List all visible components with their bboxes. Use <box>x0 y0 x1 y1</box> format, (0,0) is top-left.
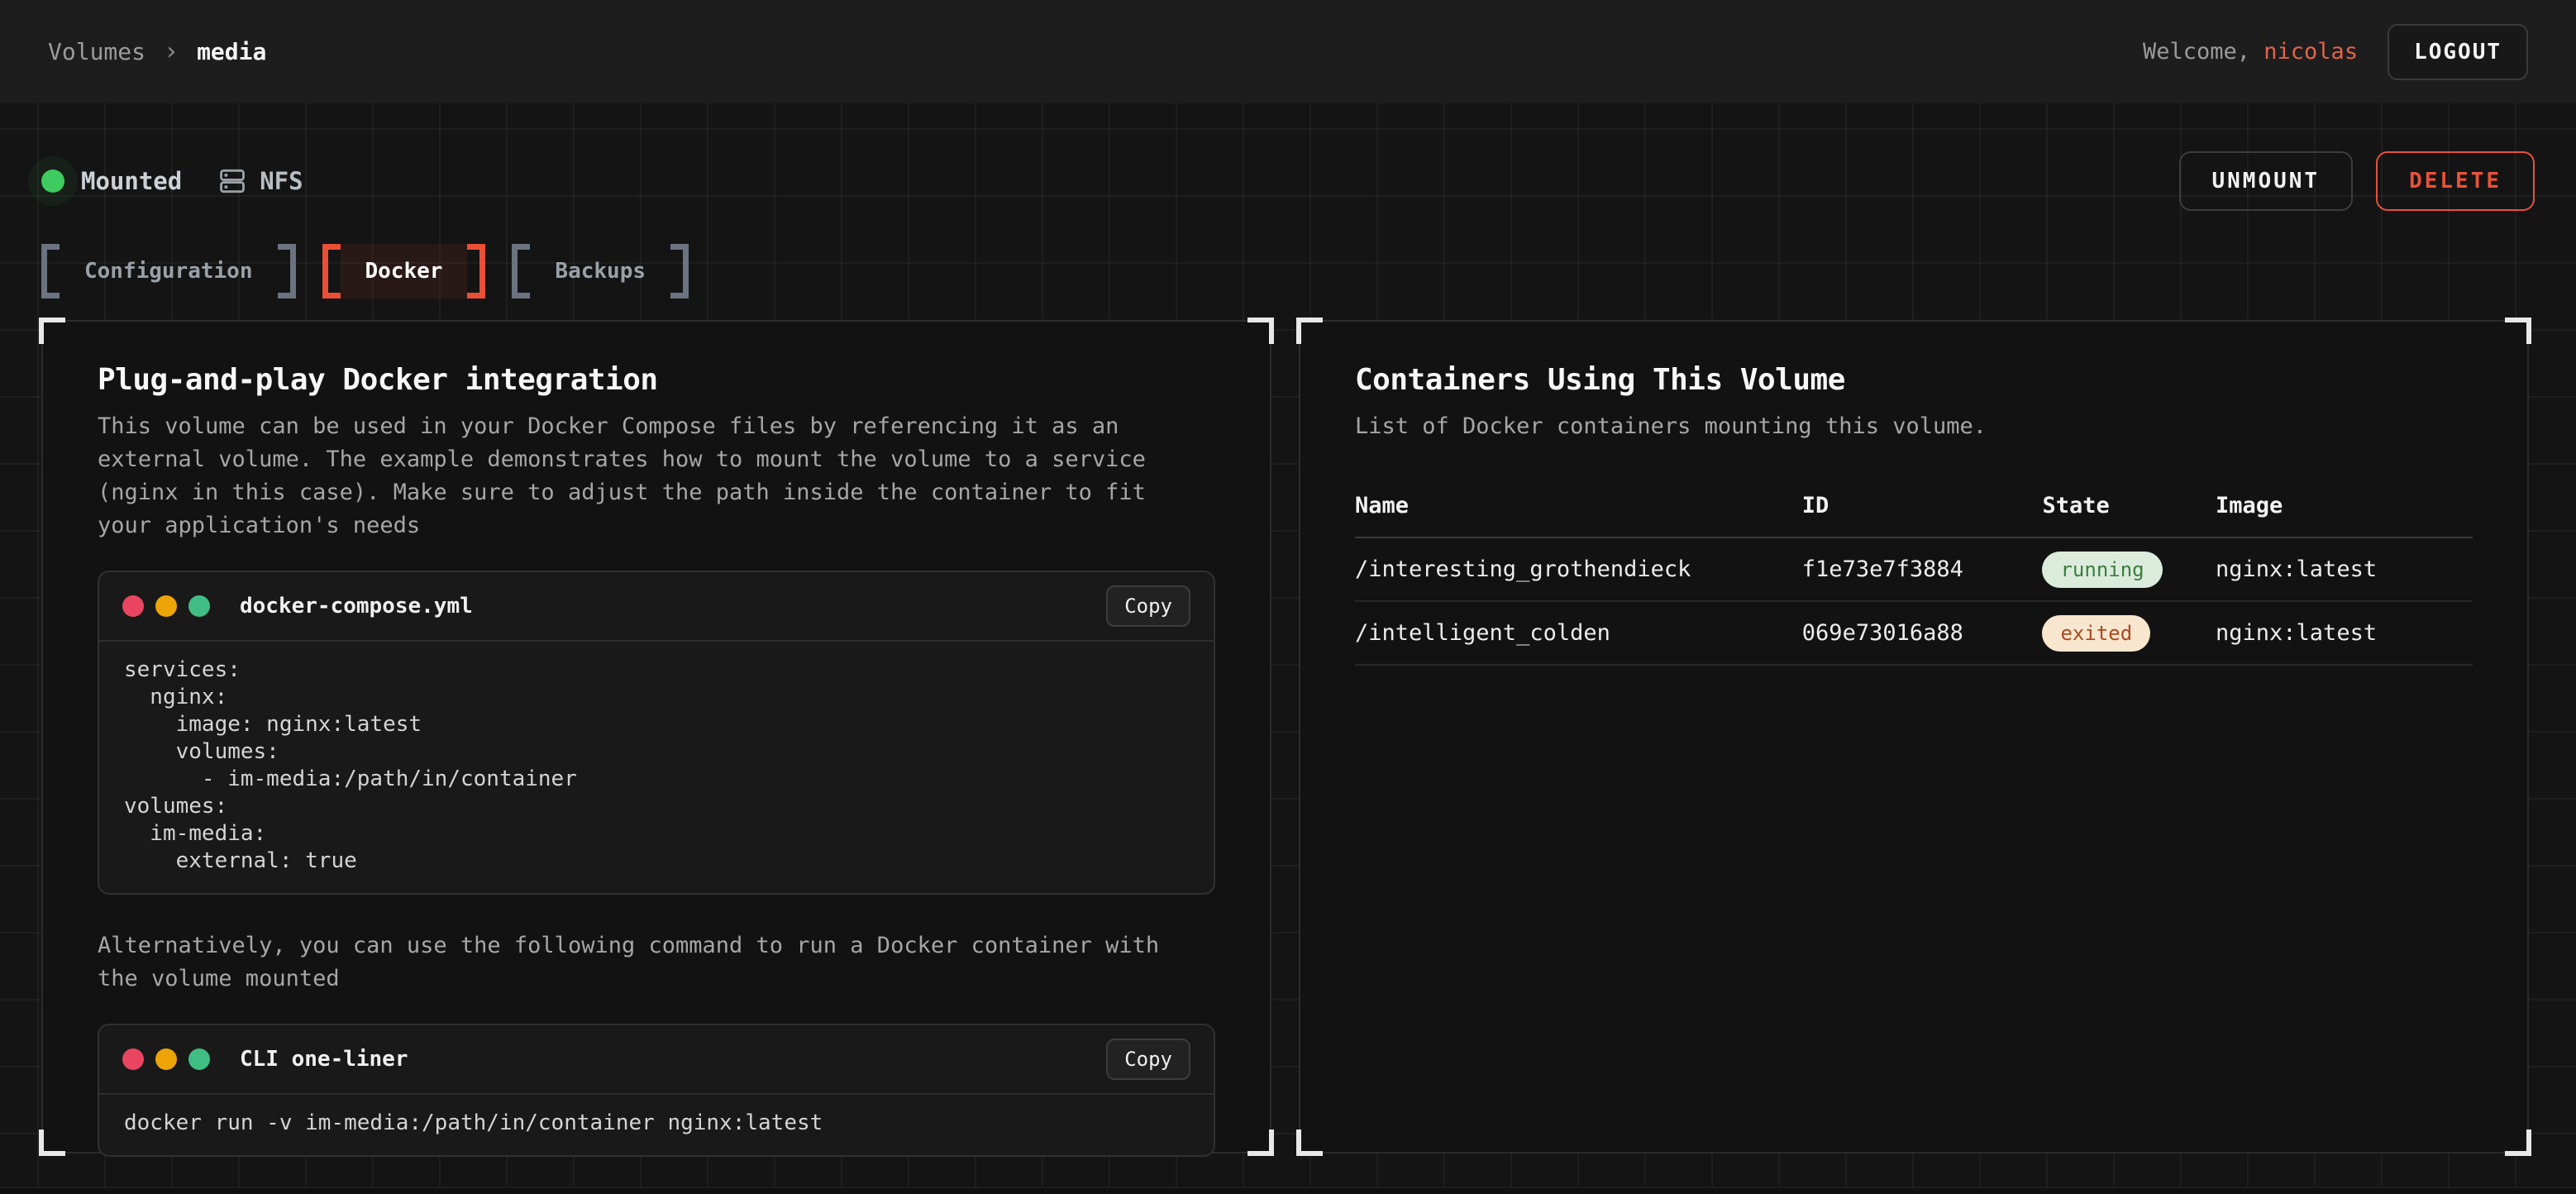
docker-panel-title: Plug-and-play Docker integration <box>98 363 1215 397</box>
username: nicolas <box>2264 39 2358 64</box>
cli-filename: CLI one-liner <box>240 1047 408 1072</box>
tab-configuration[interactable]: Configuration <box>41 244 296 298</box>
column-header-id: ID <box>1802 493 2043 518</box>
tab-bracket-right <box>467 244 485 298</box>
tab-backups[interactable]: Backups <box>512 244 689 298</box>
cli-code: docker run -v im-media:/path/in/containe… <box>99 1095 1214 1155</box>
breadcrumb-separator-icon: › <box>164 37 179 66</box>
logout-button[interactable]: LOGOUT <box>2388 24 2528 80</box>
container-state: exited <box>2042 615 2216 652</box>
status-indicators: Mounted NFS <box>41 165 303 197</box>
container-state: running <box>2042 552 2216 588</box>
compose-code: services: nginx: image: nginx:latest vol… <box>99 642 1214 893</box>
tab-bracket-left <box>322 244 341 298</box>
main-content: Mounted NFS UNMOUNT DELETE Configuration <box>0 103 2576 1194</box>
status-row: Mounted NFS UNMOUNT DELETE <box>41 151 2535 211</box>
container-image: nginx:latest <box>2216 556 2473 582</box>
container-id: 069e73016a88 <box>1802 620 2043 646</box>
traffic-green-icon <box>188 595 210 617</box>
tab-bracket-left <box>512 244 530 298</box>
tab-bar: Configuration Docker Backups <box>41 244 2535 298</box>
docker-panel-description: This volume can be used in your Docker C… <box>98 410 1197 542</box>
welcome-text: Welcome, nicolas <box>2143 39 2358 64</box>
containers-table-header: Name ID State Image <box>1355 481 2473 538</box>
top-bar: Volumes › media Welcome, nicolas LOGOUT <box>0 0 2576 103</box>
container-id: f1e73e7f3884 <box>1802 556 2043 582</box>
compose-code-block: docker-compose.yml Copy services: nginx:… <box>98 571 1215 895</box>
panels-row: Plug-and-play Docker integration This vo… <box>41 320 2535 1153</box>
tab-bracket-right <box>278 244 296 298</box>
panel-corner <box>2505 1130 2531 1156</box>
tab-label: Backups <box>530 244 670 298</box>
panel-corner <box>39 1130 65 1156</box>
panel-corner <box>1247 1130 1274 1156</box>
cli-code-block: CLI one-liner Copy docker run -v im-medi… <box>98 1024 1215 1157</box>
driver-label: NFS <box>260 167 303 195</box>
column-header-name: Name <box>1355 493 1802 518</box>
status-badge: exited <box>2042 615 2150 652</box>
traffic-amber-icon <box>155 595 177 617</box>
panel-corner <box>2505 318 2531 344</box>
panel-corner <box>1296 318 1323 344</box>
welcome-prefix: Welcome, <box>2143 39 2264 64</box>
panel-corner <box>39 318 65 344</box>
compose-filename: docker-compose.yml <box>240 594 473 618</box>
compose-copy-button[interactable]: Copy <box>1106 585 1190 627</box>
volume-actions: UNMOUNT DELETE <box>2179 151 2535 211</box>
footer-strip <box>0 1187 2576 1194</box>
panel-corner <box>1296 1130 1323 1156</box>
traffic-red-icon <box>122 1048 144 1070</box>
driver-badge: NFS <box>217 165 303 197</box>
breadcrumb-volumes-link[interactable]: Volumes <box>48 38 145 65</box>
mounted-status-label: Mounted <box>81 167 182 195</box>
tab-label: Docker <box>341 244 468 298</box>
unmount-button[interactable]: UNMOUNT <box>2179 151 2354 211</box>
table-row[interactable]: /interesting_grothendieck f1e73e7f3884 r… <box>1355 538 2473 602</box>
top-bar-right: Welcome, nicolas LOGOUT <box>2143 24 2528 80</box>
containers-panel-title: Containers Using This Volume <box>1355 363 2473 397</box>
breadcrumb: Volumes › media <box>48 37 266 66</box>
cli-intro-text: Alternatively, you can use the following… <box>98 929 1197 996</box>
compose-code-header: docker-compose.yml Copy <box>99 572 1214 642</box>
table-row[interactable]: /intelligent_colden 069e73016a88 exited … <box>1355 602 2473 666</box>
containers-panel: Containers Using This Volume List of Doc… <box>1299 320 2529 1153</box>
breadcrumb-current-volume: media <box>197 38 266 65</box>
traffic-amber-icon <box>155 1048 177 1070</box>
tab-bracket-right <box>670 244 689 298</box>
container-name: /interesting_grothendieck <box>1355 556 1802 582</box>
container-name: /intelligent_colden <box>1355 620 1802 646</box>
traffic-lights <box>122 1048 210 1070</box>
column-header-state: State <box>2042 493 2216 518</box>
docker-integration-panel: Plug-and-play Docker integration This vo… <box>41 320 1271 1153</box>
status-badge: running <box>2042 552 2162 588</box>
cli-code-header: CLI one-liner Copy <box>99 1025 1214 1095</box>
panel-corner <box>1247 318 1274 344</box>
containers-panel-subtitle: List of Docker containers mounting this … <box>1355 410 2454 443</box>
column-header-image: Image <box>2216 493 2473 518</box>
traffic-green-icon <box>188 1048 210 1070</box>
tab-bracket-left <box>41 244 60 298</box>
mounted-status-dot-icon <box>41 170 64 193</box>
delete-button[interactable]: DELETE <box>2376 151 2535 211</box>
traffic-lights <box>122 595 210 617</box>
tab-label: Configuration <box>60 244 278 298</box>
container-image: nginx:latest <box>2216 620 2473 646</box>
tab-docker[interactable]: Docker <box>322 244 486 298</box>
traffic-red-icon <box>122 595 144 617</box>
mount-status: Mounted <box>41 167 182 195</box>
server-icon <box>217 165 248 197</box>
cli-copy-button[interactable]: Copy <box>1106 1039 1190 1080</box>
containers-table: Name ID State Image /interesting_grothen… <box>1355 481 2473 666</box>
